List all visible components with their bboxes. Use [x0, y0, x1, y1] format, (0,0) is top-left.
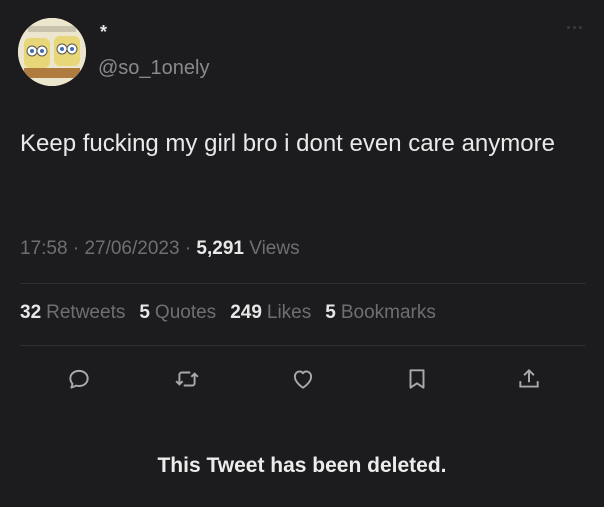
bookmarks-stat[interactable]: 5 Bookmarks: [325, 302, 436, 324]
bookmarks-label: Bookmarks: [340, 302, 436, 323]
bookmark-icon: [409, 369, 425, 389]
like-button[interactable]: [286, 362, 320, 396]
quotes-label: Quotes: [154, 302, 217, 323]
tweet-date[interactable]: 27/06/2023: [84, 238, 179, 259]
display-name[interactable]: *: [100, 22, 107, 43]
views-count: 5,291: [196, 238, 244, 259]
views-label: Views: [249, 238, 300, 259]
divider: [20, 283, 586, 284]
retweets-stat[interactable]: 32 Retweets: [20, 302, 125, 324]
likes-count: 249: [230, 302, 262, 323]
share-button[interactable]: [512, 362, 546, 396]
quotes-count: 5: [139, 302, 150, 323]
deleted-notice: This Tweet has been deleted.: [157, 454, 447, 477]
reply-icon: [69, 369, 89, 389]
more-dot: [573, 26, 576, 29]
likes-label: Likes: [266, 302, 312, 323]
action-bar: [0, 362, 604, 396]
more-icon[interactable]: [567, 26, 582, 29]
bookmarks-count: 5: [325, 302, 336, 323]
likes-stat[interactable]: 249 Likes: [230, 302, 311, 324]
meta-separator: ·: [72, 238, 85, 259]
quotes-stat[interactable]: 5 Quotes: [139, 302, 216, 324]
user-handle[interactable]: @so_1onely: [98, 57, 209, 80]
tweet-time[interactable]: 17:58: [20, 238, 68, 259]
retweets-label: Retweets: [46, 302, 126, 323]
avatar-image: [18, 18, 86, 86]
retweets-count: 32: [20, 302, 42, 323]
bookmark-button[interactable]: [400, 362, 434, 396]
more-dot: [567, 26, 570, 29]
heart-icon: [293, 370, 313, 389]
retweet-button[interactable]: [170, 362, 204, 396]
retweet-icon: [175, 371, 199, 387]
avatar[interactable]: [18, 18, 86, 86]
divider: [20, 345, 586, 346]
more-dot: [579, 26, 582, 29]
tweet-meta: 17:58 · 27/06/2023 · 5,291 Views: [20, 238, 300, 260]
share-icon: [519, 368, 539, 388]
engagement-stats: 32 Retweets 5 Quotes 249 Likes 5 Bookmarks: [20, 302, 436, 324]
meta-separator: ·: [184, 238, 197, 259]
tweet-text: Keep fucking my girl bro i dont even car…: [20, 130, 555, 157]
reply-button[interactable]: [62, 362, 96, 396]
tweet-card: * @so_1onely Keep fucking my girl bro i …: [0, 0, 604, 507]
